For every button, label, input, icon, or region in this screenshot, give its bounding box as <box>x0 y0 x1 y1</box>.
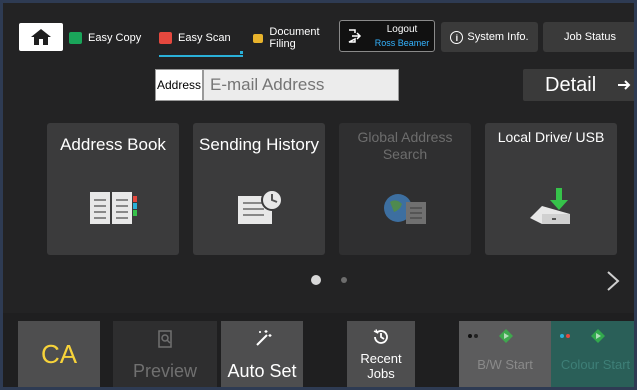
easy-copy-label: Easy Copy <box>88 32 142 44</box>
detail-label: Detail <box>545 73 597 96</box>
system-info-button[interactable]: i System Info. <box>441 22 538 52</box>
sending-history-icon <box>238 189 283 224</box>
tab-menu-indicator <box>240 51 243 54</box>
folder-icon <box>253 33 264 43</box>
page-dot <box>341 277 347 283</box>
address-label: Address <box>155 69 203 101</box>
colour-start-button: Colour Start <box>551 321 634 387</box>
arrow-right-icon <box>618 80 631 90</box>
logout-label: Logout <box>386 24 418 35</box>
preview-button: Preview <box>113 321 217 387</box>
diamond-start-icon <box>499 329 513 343</box>
document-filing-label: Document Filing <box>269 26 320 50</box>
bw-start-label: B/W Start <box>477 357 533 372</box>
recent-jobs-button[interactable]: Recent Jobs <box>347 321 415 387</box>
bottom-action-bar: CA Preview Auto Set Recent Jobs B/W Star… <box>3 313 634 387</box>
easy-scan-label: Easy Scan <box>178 32 231 44</box>
tile-label: Sending History <box>198 135 319 154</box>
page-indicator <box>308 275 348 285</box>
email-address-input[interactable] <box>203 69 399 101</box>
logout-icon <box>348 29 362 43</box>
job-status-button[interactable]: Job Status <box>543 22 634 52</box>
top-bar: Easy Copy Easy Scan Document Filing Logo… <box>13 17 634 57</box>
tile-label: Address Book <box>60 135 166 154</box>
black-dots-icon <box>468 334 478 338</box>
clear-all-label: CA <box>40 338 78 369</box>
logout-button[interactable]: Logout Ross Beamer <box>339 20 435 52</box>
magic-wand-icon <box>256 330 272 346</box>
detail-button[interactable]: Detail <box>523 69 634 101</box>
page-dot-active <box>311 275 321 285</box>
auto-set-label: Auto Set <box>227 361 297 381</box>
home-button[interactable] <box>19 23 63 51</box>
address-book-tile[interactable]: Address Book <box>47 123 179 255</box>
easy-copy-icon <box>69 32 82 44</box>
sending-history-tile[interactable]: Sending History <box>193 123 325 255</box>
colour-dots-icon <box>560 334 570 338</box>
copier-scan-screen: Easy Copy Easy Scan Document Filing Logo… <box>0 0 637 390</box>
preview-label: Preview <box>132 361 198 381</box>
easy-copy-tab[interactable]: Easy Copy <box>69 23 147 53</box>
clear-all-button[interactable]: CA <box>18 321 100 387</box>
global-address-search-tile: Global Address Search <box>339 123 471 255</box>
next-page-chevron-icon[interactable] <box>603 269 623 293</box>
tile-label: Local Drive/ USB <box>497 129 605 145</box>
usb-drive-icon <box>530 188 570 224</box>
document-filing-tab[interactable]: Document Filing <box>253 23 333 53</box>
recent-jobs-label: Recent Jobs <box>360 351 402 381</box>
history-clock-icon <box>373 329 388 344</box>
system-info-label: System Info. <box>467 31 529 43</box>
auto-set-button[interactable]: Auto Set <box>221 321 303 387</box>
logged-in-user: Ross Beamer <box>374 38 430 48</box>
job-status-label: Job Status <box>564 31 616 43</box>
local-drive-usb-tile[interactable]: Local Drive/ USB <box>485 123 617 255</box>
magnifier-document-icon <box>158 330 172 348</box>
home-icon <box>31 29 51 45</box>
easy-scan-tab[interactable]: Easy Scan <box>159 23 243 57</box>
active-tab-indicator <box>159 55 243 57</box>
bw-start-button: B/W Start <box>459 321 551 387</box>
globe-directory-icon <box>384 194 426 224</box>
info-icon: i <box>450 30 464 44</box>
colour-start-label: Colour Start <box>560 357 631 372</box>
tile-label: Global Address Search <box>357 129 453 162</box>
address-book-icon <box>90 192 137 224</box>
easy-scan-icon <box>159 32 172 44</box>
diamond-start-icon <box>591 329 605 343</box>
